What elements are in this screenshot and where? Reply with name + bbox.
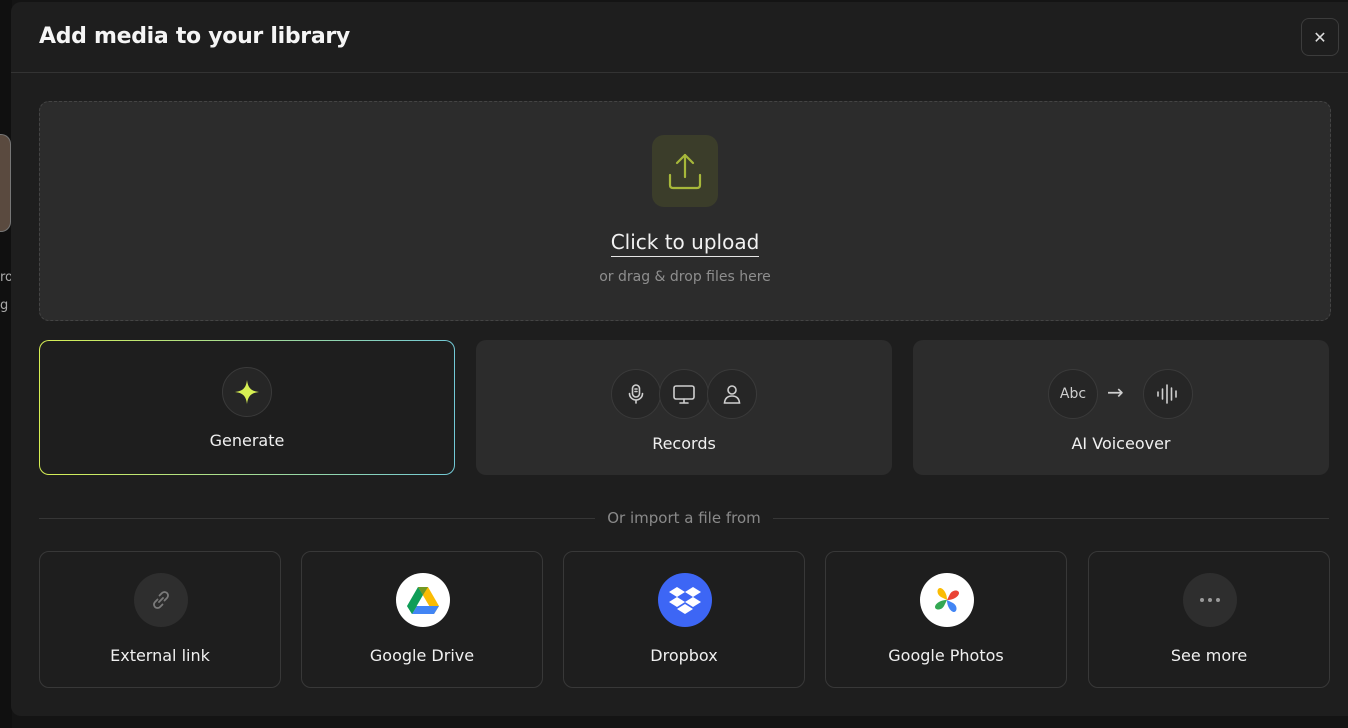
dropbox-card[interactable]: Dropbox	[563, 551, 805, 688]
records-card[interactable]: Records	[476, 340, 892, 475]
upload-subtext: or drag & drop files here	[599, 269, 771, 285]
google-photos-label: Google Photos	[888, 646, 1004, 665]
link-icon	[134, 573, 188, 627]
close-icon: ✕	[1313, 27, 1327, 47]
close-button[interactable]: ✕	[1301, 18, 1339, 56]
generate-label: Generate	[209, 431, 285, 450]
upload-icon	[652, 135, 718, 207]
external-link-label: External link	[110, 646, 210, 665]
text-chip: Abc	[1048, 369, 1098, 419]
upload-dropzone[interactable]: Click to upload or drag & drop files her…	[39, 101, 1331, 321]
click-to-upload-link[interactable]: Click to upload	[40, 230, 1330, 257]
ai-voiceover-label: AI Voiceover	[1071, 434, 1171, 453]
google-drive-icon	[396, 573, 450, 627]
see-more-label: See more	[1170, 646, 1248, 665]
see-more-card[interactable]: See more	[1088, 551, 1330, 688]
dropbox-label: Dropbox	[650, 646, 718, 665]
google-photos-card[interactable]: Google Photos	[825, 551, 1067, 688]
divider-left	[39, 518, 595, 519]
modal-header: Add media to your library ✕	[11, 2, 1348, 73]
ai-voiceover-card[interactable]: Abc → AI Voiceover	[913, 340, 1329, 475]
import-divider-text: Or import a file from	[607, 509, 761, 527]
microphone-icon	[611, 369, 661, 419]
external-link-card[interactable]: External link	[39, 551, 281, 688]
waveform-icon	[1143, 369, 1193, 419]
google-photos-icon	[920, 573, 974, 627]
dropbox-icon	[658, 573, 712, 627]
background-thumbnail	[0, 134, 11, 232]
arrow-icon: →	[1107, 380, 1124, 404]
add-media-modal: Add media to your library ✕ Click to upl…	[11, 2, 1348, 716]
divider-right	[773, 518, 1329, 519]
background-text: g	[0, 298, 9, 313]
sparkle-icon	[222, 367, 272, 417]
records-label: Records	[652, 434, 716, 453]
generate-card[interactable]: Generate	[39, 340, 455, 475]
more-dots-icon	[1183, 573, 1237, 627]
google-drive-card[interactable]: Google Drive	[301, 551, 543, 688]
modal-title: Add media to your library	[39, 24, 350, 49]
monitor-icon	[659, 369, 709, 419]
user-icon	[707, 369, 757, 419]
google-drive-label: Google Drive	[369, 646, 475, 665]
